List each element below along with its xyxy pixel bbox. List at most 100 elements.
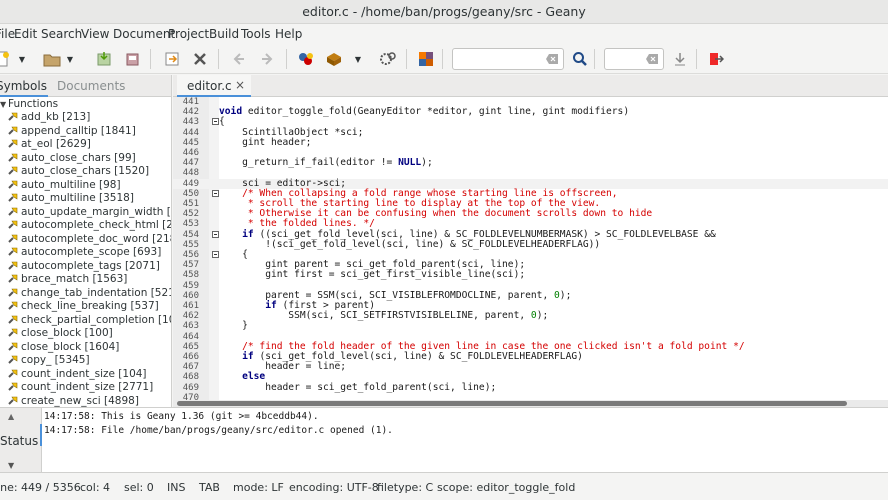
fold-toggle-icon[interactable] xyxy=(212,189,219,197)
menu-file[interactable]: File xyxy=(0,27,15,41)
symbol-label: copy_ [5345] xyxy=(21,354,90,366)
clear-search-icon[interactable] xyxy=(546,53,558,65)
symbol-label: close_block [1604] xyxy=(21,340,120,353)
line-number: 452 xyxy=(182,209,199,220)
line-number: 469 xyxy=(182,382,199,393)
quit-icon[interactable] xyxy=(706,49,726,69)
tab-documents[interactable]: Documents xyxy=(57,79,125,93)
code-line[interactable]: 445 gint header; xyxy=(173,137,888,148)
symbol-item[interactable]: count_indent_size [104] xyxy=(8,368,147,381)
symbol-item[interactable]: check_partial_completion [1016] xyxy=(8,314,171,327)
save-all-icon[interactable] xyxy=(122,49,142,69)
scroll-up-icon[interactable]: ▲ xyxy=(8,412,14,421)
line-number: 441 xyxy=(182,97,199,107)
horizontal-scrollbar[interactable] xyxy=(173,400,888,407)
line-number: 456 xyxy=(182,250,199,260)
function-icon xyxy=(8,207,18,216)
color-chooser-icon[interactable] xyxy=(416,49,436,69)
close-tab-icon[interactable]: × xyxy=(235,78,245,92)
symbol-label: close_block [100] xyxy=(21,327,113,339)
symbol-item[interactable]: autocomplete_check_html [2088] xyxy=(8,219,171,232)
menu-build[interactable]: Build xyxy=(209,27,239,41)
search-input[interactable] xyxy=(452,48,564,70)
message-window: ▲ Status ▼ 14:17:58: This is Geany 1.36 … xyxy=(0,407,888,473)
fold-toggle-icon[interactable] xyxy=(212,118,219,126)
symbol-item[interactable]: add_kb [213] xyxy=(8,111,90,124)
code-line[interactable]: 458 gint first = sci_get_first_visible_l… xyxy=(173,270,888,281)
symbol-item[interactable]: auto_update_margin_width [989] xyxy=(8,206,171,219)
line-number: 450 xyxy=(182,188,199,199)
menu-search[interactable]: Search xyxy=(41,27,82,41)
new-icon[interactable] xyxy=(0,49,12,69)
line-number: 445 xyxy=(182,137,199,148)
function-icon xyxy=(8,193,18,202)
scrollbar-thumb[interactable] xyxy=(177,401,847,406)
symbol-item[interactable]: auto_multiline [98] xyxy=(8,179,121,192)
code-line[interactable]: 442 void editor_toggle_fold(GeanyEditor *… xyxy=(173,106,888,117)
collapse-arrow-icon[interactable]: ▼ xyxy=(0,98,8,111)
symbol-item[interactable]: auto_multiline [3518] xyxy=(8,192,134,205)
symbol-label: autocomplete_check_html [2088] xyxy=(21,219,171,231)
line-number: 444 xyxy=(182,127,199,138)
forward-icon[interactable] xyxy=(258,49,278,69)
build-dropdown-chevron-icon[interactable]: ▼ xyxy=(352,49,364,69)
code-editor[interactable]: 441 442 void editor_toggle_fold(GeanyEdito… xyxy=(173,97,888,400)
search-icon[interactable] xyxy=(570,49,590,69)
code-line[interactable]: 463 } xyxy=(173,321,888,332)
symbol-item[interactable]: create_new_sci [4898] xyxy=(8,395,139,408)
menu-view[interactable]: View xyxy=(81,27,109,41)
build-icon[interactable] xyxy=(324,49,344,69)
symbol-label: auto_close_chars [1520] xyxy=(21,165,150,177)
open-icon[interactable] xyxy=(42,49,62,69)
symbol-item[interactable]: close_block [100] xyxy=(8,327,113,340)
code-line[interactable]: 462 SSM(sci, SCI_SETFIRSTVISIBLELINE, pa… xyxy=(173,310,888,321)
revert-icon[interactable] xyxy=(162,49,182,69)
code-line[interactable]: 469 header = sci_get_fold_parent(sci, li… xyxy=(173,382,888,393)
menu-tools[interactable]: Tools xyxy=(241,27,271,41)
symbol-item[interactable]: autocomplete_scope [693] xyxy=(8,246,161,259)
code-line[interactable]: 447 g_return_if_fail(editor != NULL); xyxy=(173,157,888,168)
function-icon xyxy=(8,166,18,175)
tree-root-functions[interactable]: ▼ Functions xyxy=(0,98,58,111)
symbol-item[interactable]: count_indent_size [2771] xyxy=(8,381,153,394)
editor-tabs: editor.c × xyxy=(173,75,888,97)
symbol-item[interactable]: copy_ [5345] xyxy=(8,354,90,367)
menu-project[interactable]: Project xyxy=(168,27,209,41)
symbol-item[interactable]: close_block [1604] xyxy=(8,341,119,354)
save-icon[interactable] xyxy=(94,49,114,69)
new-dropdown-chevron-icon[interactable]: ▼ xyxy=(16,49,28,69)
close-icon[interactable] xyxy=(190,49,210,69)
message-tabs: ▲ Status ▼ xyxy=(0,408,42,473)
symbol-item[interactable]: check_line_breaking [537] xyxy=(8,300,159,313)
menu-edit[interactable]: Edit xyxy=(14,27,37,41)
goto-line-input[interactable] xyxy=(604,48,664,70)
tab-symbols[interactable]: Symbols xyxy=(0,79,47,93)
compile-icon[interactable] xyxy=(296,49,316,69)
menu-help[interactable]: Help xyxy=(275,27,302,41)
clear-goto-icon[interactable] xyxy=(646,53,658,65)
symbol-item[interactable]: at_eol [2629] xyxy=(8,138,91,151)
status-filetype: filetype: C xyxy=(377,481,434,494)
symbol-item[interactable]: append_calltip [1841] xyxy=(8,125,136,138)
code-line[interactable]: 455 !(sci_get_fold_level(sci, line) & SC… xyxy=(173,239,888,250)
tab-editor-c[interactable]: editor.c × xyxy=(177,75,251,97)
run-icon[interactable] xyxy=(378,49,398,69)
symbol-item[interactable]: auto_close_chars [99] xyxy=(8,152,136,165)
code-line[interactable]: 470 xyxy=(173,393,888,400)
symbol-item[interactable]: brace_match [1563] xyxy=(8,273,127,286)
symbol-item[interactable]: autocomplete_doc_word [2180] xyxy=(8,233,171,246)
menu-document[interactable]: Document xyxy=(113,27,175,41)
code-line[interactable]: 467 header = line; xyxy=(173,361,888,372)
jump-to-line-icon[interactable] xyxy=(670,49,690,69)
symbol-item[interactable]: autocomplete_tags [2071] xyxy=(8,260,160,273)
open-dropdown-chevron-icon[interactable]: ▼ xyxy=(64,49,76,69)
symbol-item[interactable]: auto_close_chars [1520] xyxy=(8,165,149,178)
function-icon xyxy=(8,112,18,121)
symbol-item[interactable]: change_tab_indentation [5210] xyxy=(8,287,171,300)
symbol-label: append_calltip [1841] xyxy=(21,124,136,137)
scroll-down-icon[interactable]: ▼ xyxy=(8,461,14,470)
back-icon[interactable] xyxy=(228,49,248,69)
fold-toggle-icon[interactable] xyxy=(212,251,219,258)
tab-status[interactable]: Status xyxy=(0,434,38,448)
fold-toggle-icon[interactable] xyxy=(212,230,219,238)
